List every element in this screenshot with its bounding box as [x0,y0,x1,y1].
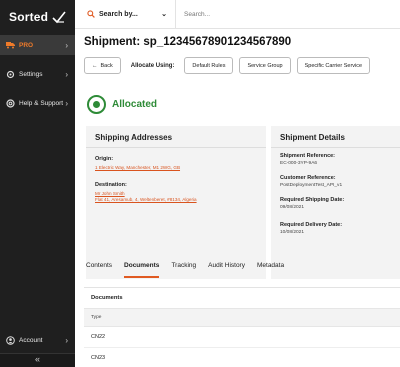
status-indicator: Allocated [87,95,157,114]
documents-panel: Documents Type CN22 CN23 [84,287,400,367]
chevron-right-icon: › [65,335,68,345]
required-delivery-date-label: Required Delivery Date: [280,222,343,228]
shipment-reference-value: EC-000-3YP-9A6 [280,161,318,166]
main-content: Shipment: sp_12345678901234567890 ← Back… [75,29,400,367]
sidebar-item-settings[interactable]: Settings › [0,64,75,84]
shipment-details-card: Shipment Details Shipment Reference: EC-… [271,126,400,279]
sidebar-item-label: PRO [19,41,34,49]
back-button[interactable]: ← Back [84,57,121,74]
destination-address-link[interactable]: Flat 41, Aresamub, 4, Weltenberet, #8134… [95,197,197,202]
sidebar-item-label: Settings [19,70,43,78]
shipment-reference-label: Shipment Reference: [280,153,336,159]
destination-label: Destination: [95,182,127,188]
user-icon [6,335,15,345]
chevron-right-icon: › [65,69,68,79]
tab-metadata[interactable]: Metadata [257,262,284,278]
search-scope-dropdown[interactable]: Search by... ⌄ [75,0,176,29]
required-delivery-date-value: 10/08/2021 [280,230,305,235]
lifebuoy-icon [6,98,15,108]
table-row[interactable]: CN22 [84,327,400,348]
actions-row: ← Back Allocate Using: Default Rules Ser… [84,57,371,74]
topbar: Search by... ⌄ [75,0,400,29]
sidebar-item-pro[interactable]: PRO › [0,35,75,55]
status-label: Allocated [112,99,158,110]
sidebar: Sorted PRO › Settings › Help & Support ›… [0,0,75,367]
chevron-right-icon: › [65,40,68,50]
detail-tabs: Contents Documents Tracking Audit Histor… [86,262,296,278]
brand-name: Sorted [9,10,49,24]
default-rules-button[interactable]: Default Rules [184,57,234,74]
sidebar-item-label: Account [19,336,43,344]
required-shipping-date-value: 09/08/2021 [280,205,305,210]
allocate-using-label: Allocate Using: [130,62,175,69]
card-title: Shipping Addresses [86,126,266,148]
tab-documents[interactable]: Documents [124,262,160,278]
table-row[interactable]: CN23 [84,348,400,367]
customer-reference-label: Customer Reference: [280,175,336,181]
search-input[interactable] [184,4,384,24]
tab-audit-history[interactable]: Audit History [208,262,245,278]
search-icon [87,10,95,18]
gear-icon [6,70,15,79]
arrow-left-icon: ← [92,62,98,69]
brand-check-icon [52,11,66,24]
card-title: Shipment Details [271,126,400,148]
service-group-button[interactable]: Service Group [239,57,291,74]
origin-address-link[interactable]: 1 Electric Way, Manchester, M1 2WG, GB [95,165,180,170]
destination-name-link[interactable]: Mr John Smith [95,191,197,196]
collapse-sidebar-button[interactable]: « [0,353,75,367]
back-button-label: Back [100,62,113,69]
origin-label: Origin: [95,156,114,162]
customer-reference-value: PostDeploymentTest_API_v1 [280,183,343,188]
table-header-type: Type [84,309,400,327]
page-title: Shipment: sp_12345678901234567890 [84,36,292,48]
sidebar-item-account[interactable]: Account › [0,330,75,350]
tab-contents[interactable]: Contents [86,262,112,278]
tab-tracking[interactable]: Tracking [171,262,196,278]
sidebar-item-help[interactable]: Help & Support › [0,93,75,113]
search-scope-label: Search by... [99,10,138,18]
brand-logo[interactable]: Sorted [0,0,75,34]
required-shipping-date-label: Required Shipping Date: [280,197,345,203]
status-ring-icon [87,95,106,114]
shipping-addresses-card: Shipping Addresses Origin: 1 Electric Wa… [86,126,266,279]
chevron-right-icon: › [65,98,68,108]
documents-title: Documents [84,288,400,309]
sidebar-item-label: Help & Support [19,99,64,107]
specific-carrier-service-button[interactable]: Specific Carrier Service [296,57,371,74]
truck-icon [6,41,15,50]
chevron-down-icon: ⌄ [161,10,167,18]
